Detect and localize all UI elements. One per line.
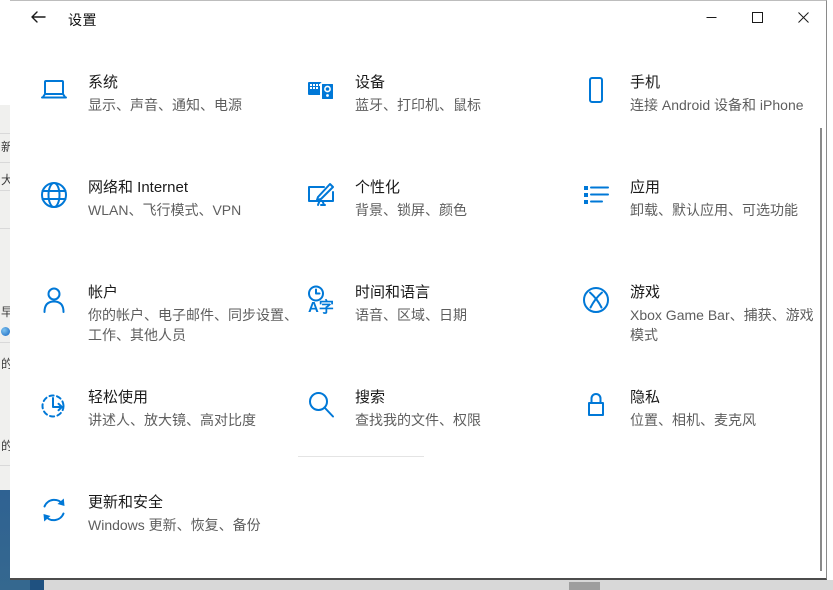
tile-subtitle: 位置、相机、麦克风 [630, 410, 756, 430]
taskbar-item-sliver [569, 582, 600, 590]
maximize-button[interactable] [734, 1, 780, 33]
desktop-screen: 新 大 早 的 的 设置 [0, 0, 833, 590]
settings-tile-update-security[interactable]: 更新和安全 Windows 更新、恢复、备份 [38, 493, 305, 578]
window-title: 设置 [68, 10, 97, 30]
background-app-icon [1, 327, 10, 336]
taskbar-sliver [0, 580, 833, 590]
settings-tile-network[interactable]: 网络和 Internet WLAN、飞行模式、VPN [38, 178, 305, 283]
ease-icon [38, 389, 70, 421]
settings-tile-gaming[interactable]: 游戏 Xbox Game Bar、捕获、游戏模式 [580, 283, 818, 388]
tile-title: 系统 [88, 73, 242, 93]
personalize-icon [305, 179, 337, 211]
titlebar[interactable]: 设置 [10, 1, 826, 37]
settings-tile-devices[interactable]: 设备 蓝牙、打印机、鼠标 [305, 73, 580, 178]
tile-title: 个性化 [355, 178, 467, 198]
settings-tile-phone[interactable]: 手机 连接 Android 设备和 iPhone [580, 73, 818, 178]
minimize-icon [706, 12, 717, 23]
tile-title: 手机 [630, 73, 804, 93]
background-window-edge: 新 大 早 的 的 [0, 0, 10, 590]
divider [298, 456, 424, 457]
caption-controls [688, 1, 826, 33]
tile-subtitle: Xbox Game Bar、捕获、游戏模式 [630, 305, 818, 345]
settings-tile-personalization[interactable]: 个性化 背景、锁屏、颜色 [305, 178, 580, 283]
settings-tile-privacy[interactable]: 隐私 位置、相机、麦克风 [580, 388, 818, 493]
tile-subtitle: 查找我的文件、权限 [355, 410, 481, 430]
tile-subtitle: 你的帐户、电子邮件、同步设置、工作、其他人员 [88, 305, 298, 345]
settings-tile-ease-of-access[interactable]: 轻松使用 讲述人、放大镜、高对比度 [38, 388, 305, 493]
tile-title: 隐私 [630, 388, 756, 408]
tile-subtitle: 显示、声音、通知、电源 [88, 95, 242, 115]
tile-subtitle: WLAN、飞行模式、VPN [88, 200, 241, 220]
globe-icon [38, 179, 70, 211]
taskbar-icon-sliver [30, 580, 44, 590]
desktop-wallpaper-sliver [0, 490, 10, 590]
settings-grid: 系统 显示、声音、通知、电源 设备 蓝牙、打印机、鼠标 手机 连接 Androi… [38, 73, 818, 578]
tile-title: 网络和 Internet [88, 178, 241, 198]
settings-tile-system[interactable]: 系统 显示、声音、通知、电源 [38, 73, 305, 178]
maximize-icon [752, 12, 763, 23]
tile-subtitle: 卸载、默认应用、可选功能 [630, 200, 798, 220]
time-language-icon [305, 284, 337, 316]
back-button[interactable] [18, 1, 58, 33]
tile-title: 应用 [630, 178, 798, 198]
xbox-icon [580, 284, 612, 316]
tile-title: 设备 [355, 73, 481, 93]
tile-title: 游戏 [630, 283, 818, 303]
tile-subtitle: 背景、锁屏、颜色 [355, 200, 467, 220]
settings-content: 系统 显示、声音、通知、电源 设备 蓝牙、打印机、鼠标 手机 连接 Androi… [10, 37, 818, 578]
tile-title: 更新和安全 [88, 493, 261, 513]
apps-icon [580, 179, 612, 211]
tile-title: 轻松使用 [88, 388, 256, 408]
devices-icon [305, 74, 337, 106]
tile-title: 帐户 [88, 283, 298, 303]
vertical-scrollbar[interactable] [820, 128, 822, 571]
laptop-icon [38, 74, 70, 106]
tile-subtitle: 连接 Android 设备和 iPhone [630, 95, 804, 115]
settings-tile-time-language[interactable]: 时间和语言 语音、区域、日期 [305, 283, 580, 388]
settings-tile-search[interactable]: 搜索 查找我的文件、权限 [305, 388, 580, 493]
tile-title: 时间和语言 [355, 283, 467, 303]
lock-icon [580, 389, 612, 421]
settings-window: 设置 系统 显示、声音、通知、电源 [10, 0, 827, 580]
sync-icon [38, 494, 70, 526]
tile-subtitle: 讲述人、放大镜、高对比度 [88, 410, 256, 430]
close-button[interactable] [780, 1, 826, 33]
phone-icon [580, 74, 612, 106]
tile-subtitle: 蓝牙、打印机、鼠标 [355, 95, 481, 115]
close-icon [798, 12, 809, 23]
tile-title: 搜索 [355, 388, 481, 408]
settings-tile-apps[interactable]: 应用 卸载、默认应用、可选功能 [580, 178, 818, 283]
tile-subtitle: Windows 更新、恢复、备份 [88, 515, 261, 535]
settings-tile-accounts[interactable]: 帐户 你的帐户、电子邮件、同步设置、工作、其他人员 [38, 283, 305, 388]
search-icon [305, 389, 337, 421]
person-icon [38, 284, 70, 316]
tile-subtitle: 语音、区域、日期 [355, 305, 467, 325]
minimize-button[interactable] [688, 1, 734, 33]
